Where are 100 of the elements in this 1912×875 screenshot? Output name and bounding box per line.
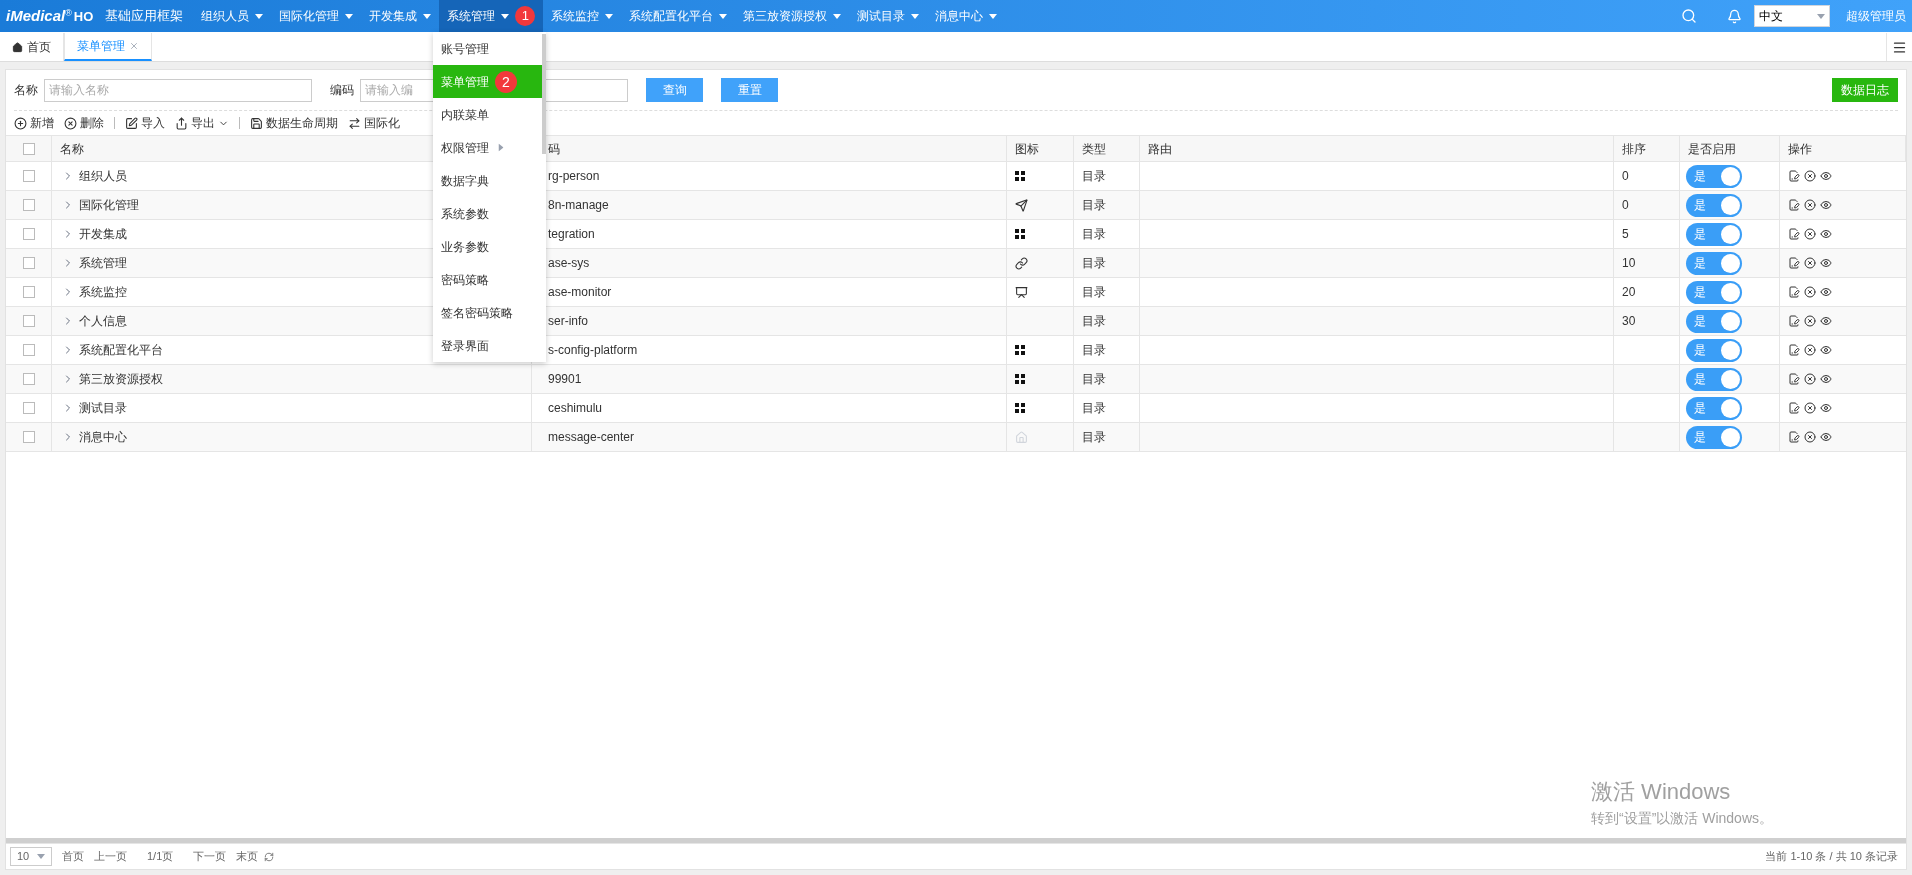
page-tab[interactable]: 首页: [0, 33, 64, 61]
toggle-switch[interactable]: 是: [1686, 425, 1742, 449]
checkbox[interactable]: [22, 286, 35, 298]
toggle-switch[interactable]: 是: [1686, 193, 1742, 217]
view-icon[interactable]: [1820, 257, 1832, 269]
user-name[interactable]: 超级管理员: [1846, 7, 1906, 25]
checkbox[interactable]: [22, 199, 35, 211]
nav-menu-item[interactable]: 第三放资源授权: [735, 0, 850, 32]
nav-menu-item[interactable]: 系统监控: [543, 0, 622, 32]
delete-icon[interactable]: [1804, 402, 1816, 414]
view-icon[interactable]: [1820, 402, 1832, 414]
view-icon[interactable]: [1820, 373, 1832, 385]
nav-menu-item[interactable]: 系统配置化平台: [621, 0, 736, 32]
menu-icon[interactable]: [1892, 39, 1907, 55]
view-icon[interactable]: [1820, 344, 1832, 356]
checkbox[interactable]: [22, 257, 35, 269]
toolbar-button[interactable]: 国际化: [348, 114, 400, 132]
toggle-switch[interactable]: 是: [1686, 222, 1742, 246]
checkbox[interactable]: [22, 344, 35, 356]
nav-menu-item[interactable]: 国际化管理: [271, 0, 362, 32]
nav-menu-item[interactable]: 测试目录: [849, 0, 928, 32]
edit-icon[interactable]: [1788, 402, 1800, 414]
checkbox[interactable]: [22, 431, 35, 443]
toggle-switch[interactable]: 是: [1686, 280, 1742, 304]
edit-icon[interactable]: [1788, 344, 1800, 356]
nav-menu-item[interactable]: 消息中心: [927, 0, 1006, 32]
toggle-switch[interactable]: 是: [1686, 367, 1742, 391]
dropdown-item[interactable]: 业务参数: [433, 230, 542, 263]
horizontal-scrollbar[interactable]: [6, 838, 1906, 843]
edit-icon[interactable]: [1788, 257, 1800, 269]
delete-icon[interactable]: [1804, 286, 1816, 298]
caret-icon: [37, 854, 45, 859]
view-icon[interactable]: [1820, 228, 1832, 240]
edit-icon[interactable]: [1788, 373, 1800, 385]
toolbar-button[interactable]: 导出: [175, 114, 229, 132]
checkbox[interactable]: [22, 228, 35, 240]
checkbox[interactable]: [22, 170, 35, 182]
edit-icon[interactable]: [1788, 228, 1800, 240]
refresh-icon[interactable]: [264, 851, 275, 862]
pager-link[interactable]: 下一页: [193, 848, 227, 865]
dropdown-item[interactable]: 账号管理: [433, 32, 542, 65]
notification-icon[interactable]: [1727, 8, 1742, 24]
edit-icon[interactable]: [1788, 286, 1800, 298]
search-icon[interactable]: [1681, 8, 1697, 24]
toolbar-button[interactable]: 新增: [14, 114, 54, 132]
view-icon[interactable]: [1820, 170, 1832, 182]
language-select[interactable]: 中文: [1754, 5, 1830, 27]
table-cell-text: 目录: [1082, 168, 1106, 185]
pager-link[interactable]: 首页: [62, 848, 84, 865]
toggle-switch[interactable]: 是: [1686, 396, 1742, 420]
checkbox[interactable]: [22, 142, 35, 155]
export-icon: [175, 116, 188, 130]
view-icon[interactable]: [1820, 315, 1832, 327]
delete-icon[interactable]: [1804, 431, 1816, 443]
edit-icon[interactable]: [1788, 315, 1800, 327]
delete-icon[interactable]: [1804, 199, 1816, 211]
delete-icon[interactable]: [1804, 228, 1816, 240]
column-header: 是否启用: [1688, 140, 1736, 158]
edit-icon[interactable]: [1788, 170, 1800, 182]
dropdown-item[interactable]: 菜单管理 2: [433, 65, 542, 98]
edit-icon[interactable]: [1788, 431, 1800, 443]
toolbar-button[interactable]: 删除: [64, 114, 104, 132]
page-size-select[interactable]: 10: [10, 847, 52, 866]
checkbox[interactable]: [22, 373, 35, 385]
vertical-scrollbar[interactable]: [542, 34, 546, 154]
delete-icon[interactable]: [1804, 344, 1816, 356]
checkbox[interactable]: [22, 402, 35, 414]
action-button[interactable]: 重置: [721, 78, 778, 102]
dropdown-item[interactable]: 密码策略: [433, 263, 542, 296]
page-tab[interactable]: 菜单管理: [64, 33, 152, 61]
edit-icon[interactable]: [1788, 199, 1800, 211]
delete-icon[interactable]: [1804, 257, 1816, 269]
toggle-switch[interactable]: 是: [1686, 251, 1742, 275]
pager-link[interactable]: 上一页: [94, 848, 127, 865]
delete-icon[interactable]: [1804, 170, 1816, 182]
dropdown-item[interactable]: 系统参数: [433, 197, 542, 230]
delete-icon[interactable]: [1804, 315, 1816, 327]
checkbox[interactable]: [22, 315, 35, 327]
dropdown-item[interactable]: 权限管理: [433, 131, 542, 164]
dropdown-item[interactable]: 签名密码策略: [433, 296, 542, 329]
toggle-switch[interactable]: 是: [1686, 164, 1742, 188]
view-icon[interactable]: [1820, 286, 1832, 298]
toolbar-button[interactable]: 数据生命周期: [250, 114, 338, 132]
toggle-switch[interactable]: 是: [1686, 338, 1742, 362]
action-button[interactable]: 查询: [646, 78, 703, 102]
log-button[interactable]: 数据日志: [1832, 78, 1898, 102]
nav-menu-item[interactable]: 开发集成: [361, 0, 440, 32]
view-icon[interactable]: [1820, 431, 1832, 443]
delete-icon[interactable]: [1804, 373, 1816, 385]
dropdown-item[interactable]: 登录界面: [433, 329, 542, 362]
pager-link[interactable]: 末页: [236, 848, 259, 865]
dropdown-item[interactable]: 内联菜单: [433, 98, 542, 131]
nav-menu-item[interactable]: 组织人员: [193, 0, 272, 32]
toolbar-button[interactable]: 导入: [125, 114, 165, 132]
text-field[interactable]: 请输入名称: [44, 78, 312, 102]
nav-menu-item[interactable]: 系统管理 1: [439, 0, 544, 32]
toggle-switch[interactable]: 是: [1686, 309, 1742, 333]
dropdown-item[interactable]: 数据字典: [433, 164, 542, 197]
table-cell-text: 目录: [1082, 197, 1106, 214]
view-icon[interactable]: [1820, 199, 1832, 211]
